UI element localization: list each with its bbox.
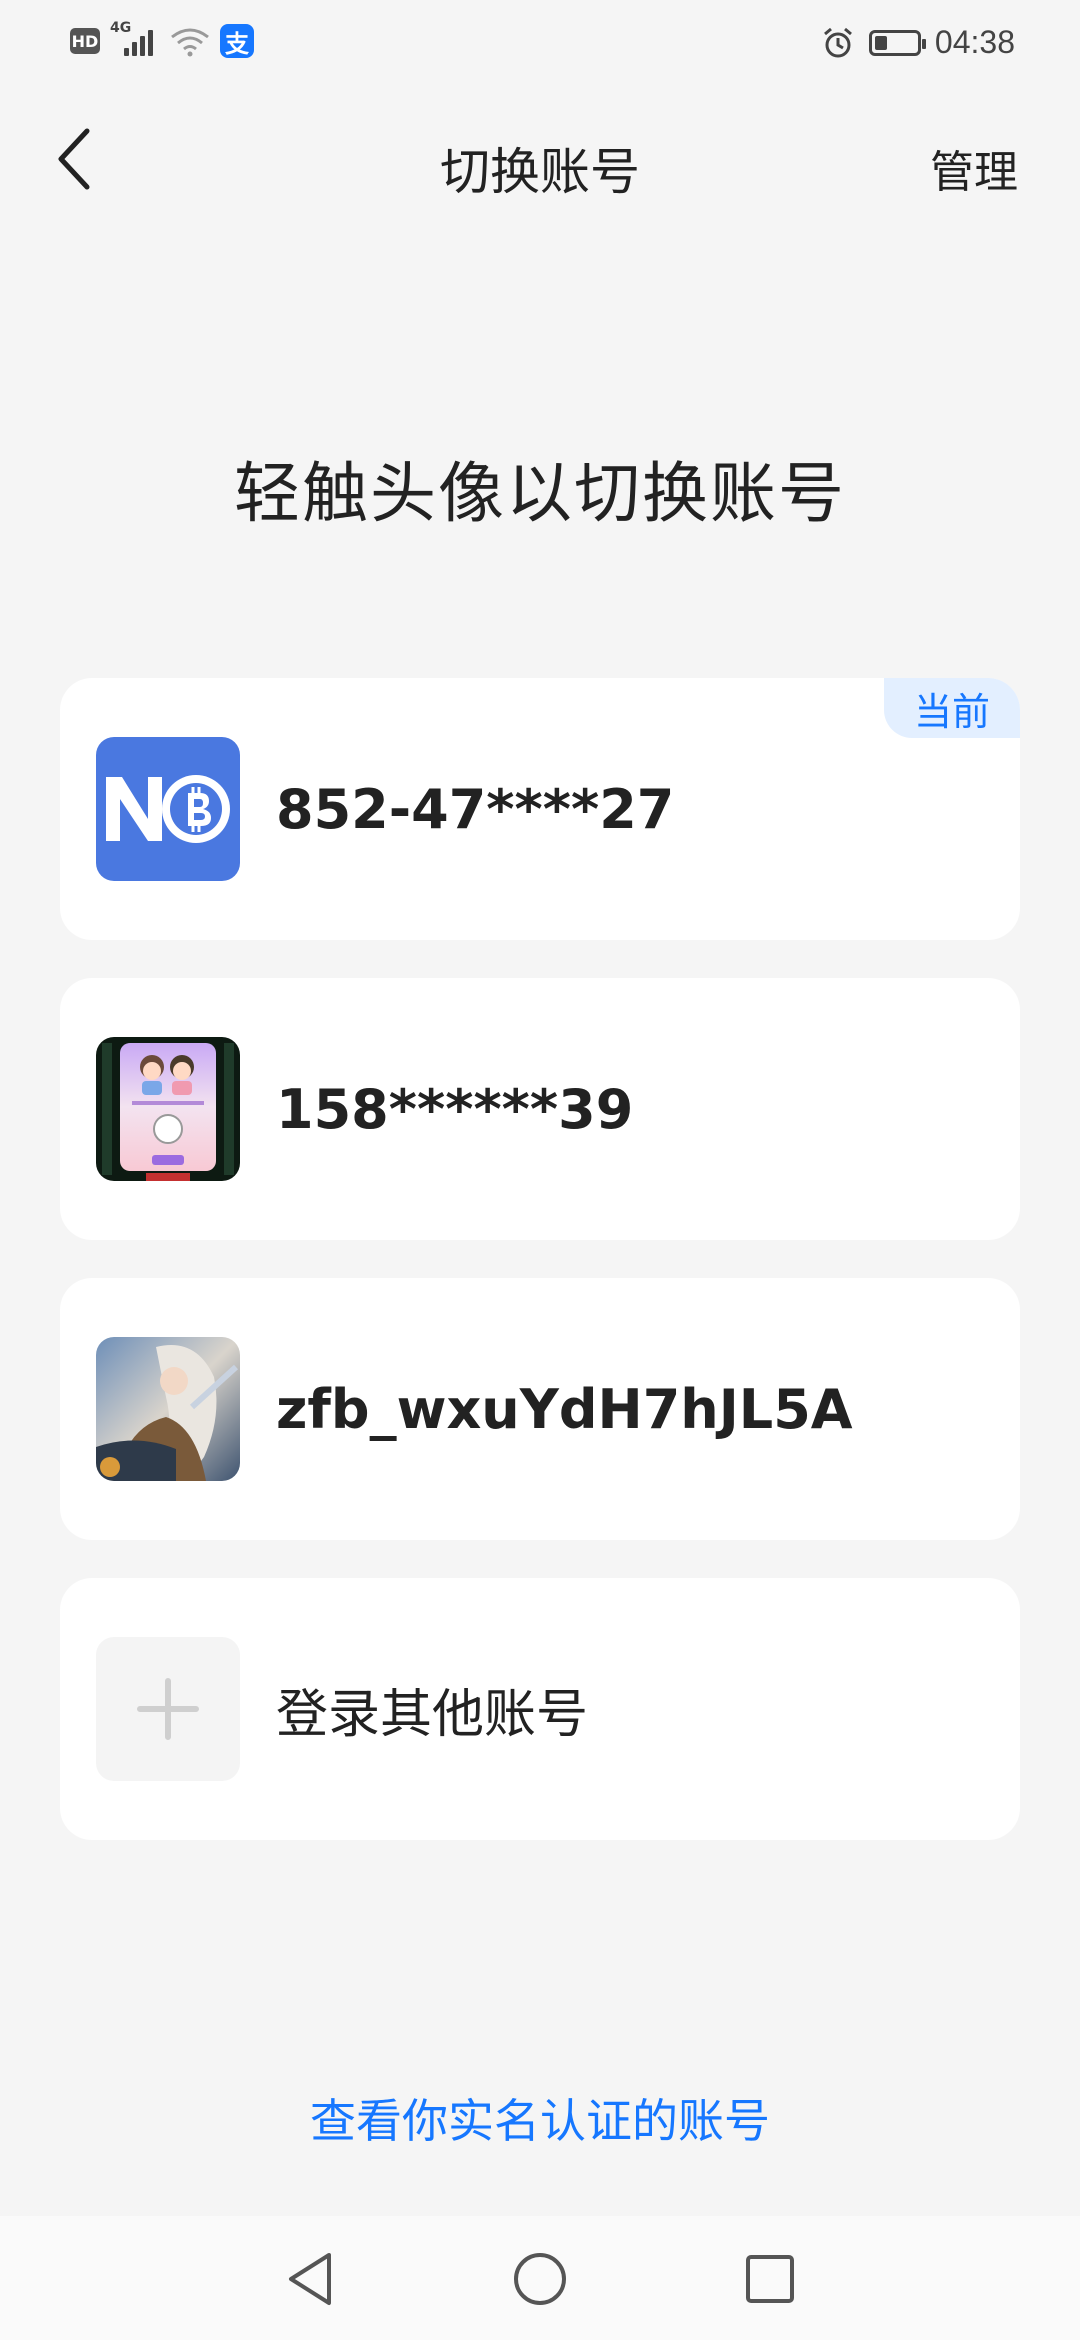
signal-icon: 4G bbox=[110, 20, 160, 58]
clock: 04:38 bbox=[934, 24, 1015, 60]
game-hero-avatar bbox=[96, 1337, 240, 1481]
account-card[interactable]: 158******39 bbox=[60, 978, 1020, 1240]
add-account-label: 登录其他账号 bbox=[276, 1684, 589, 1745]
back-triangle-icon bbox=[289, 2253, 331, 2305]
current-badge: 当前 bbox=[884, 678, 1020, 738]
hd-icon: HD bbox=[70, 28, 100, 54]
home-circle-icon bbox=[514, 2253, 566, 2305]
account-list: 852-47****27 当前 158******39 zfb_wxuYdH7h… bbox=[60, 678, 1020, 1878]
account-name: 158******39 bbox=[276, 1077, 634, 1141]
no-bitcoin-logo-avatar bbox=[96, 737, 240, 881]
nav-home-button[interactable] bbox=[505, 2244, 575, 2314]
battery-icon bbox=[868, 29, 926, 56]
status-left: HD 4G 支 bbox=[70, 20, 254, 58]
account-card[interactable]: zfb_wxuYdH7hJL5A bbox=[60, 1278, 1020, 1540]
add-account-icon-box[interactable] bbox=[96, 1637, 240, 1781]
manage-button[interactable]: 管理 bbox=[930, 136, 1018, 200]
switch-prompt: 轻触头像以切换账号 bbox=[234, 455, 846, 532]
account-name: 852-47****27 bbox=[276, 777, 675, 841]
alarm-icon bbox=[823, 27, 852, 57]
plus-icon bbox=[137, 1678, 199, 1740]
add-account-card[interactable]: 登录其他账号 bbox=[60, 1578, 1020, 1840]
account-name: zfb_wxuYdH7hJL5A bbox=[276, 1377, 853, 1441]
nav-recents-button[interactable] bbox=[735, 2244, 805, 2314]
page-title: 切换账号 bbox=[440, 143, 640, 201]
wifi-icon bbox=[171, 28, 209, 57]
account-card-current[interactable]: 852-47****27 当前 bbox=[60, 678, 1020, 940]
account-avatar[interactable] bbox=[96, 737, 240, 881]
top-app-bar: 切换账号 管理 bbox=[0, 110, 1080, 210]
account-avatar[interactable] bbox=[96, 1337, 240, 1481]
status-bar: HD 4G 支 04:38 bbox=[0, 0, 1080, 90]
cartoon-couple-avatar bbox=[96, 1037, 240, 1181]
recents-square-icon bbox=[746, 2255, 794, 2303]
system-nav-bar bbox=[0, 2216, 1080, 2340]
account-avatar[interactable] bbox=[96, 1037, 240, 1181]
nav-back-button[interactable] bbox=[275, 2244, 345, 2314]
alipay-icon: 支 bbox=[220, 24, 254, 58]
status-right: 04:38 bbox=[821, 24, 1015, 61]
view-verified-accounts-link[interactable]: 查看你实名认证的账号 bbox=[0, 2085, 1080, 2151]
